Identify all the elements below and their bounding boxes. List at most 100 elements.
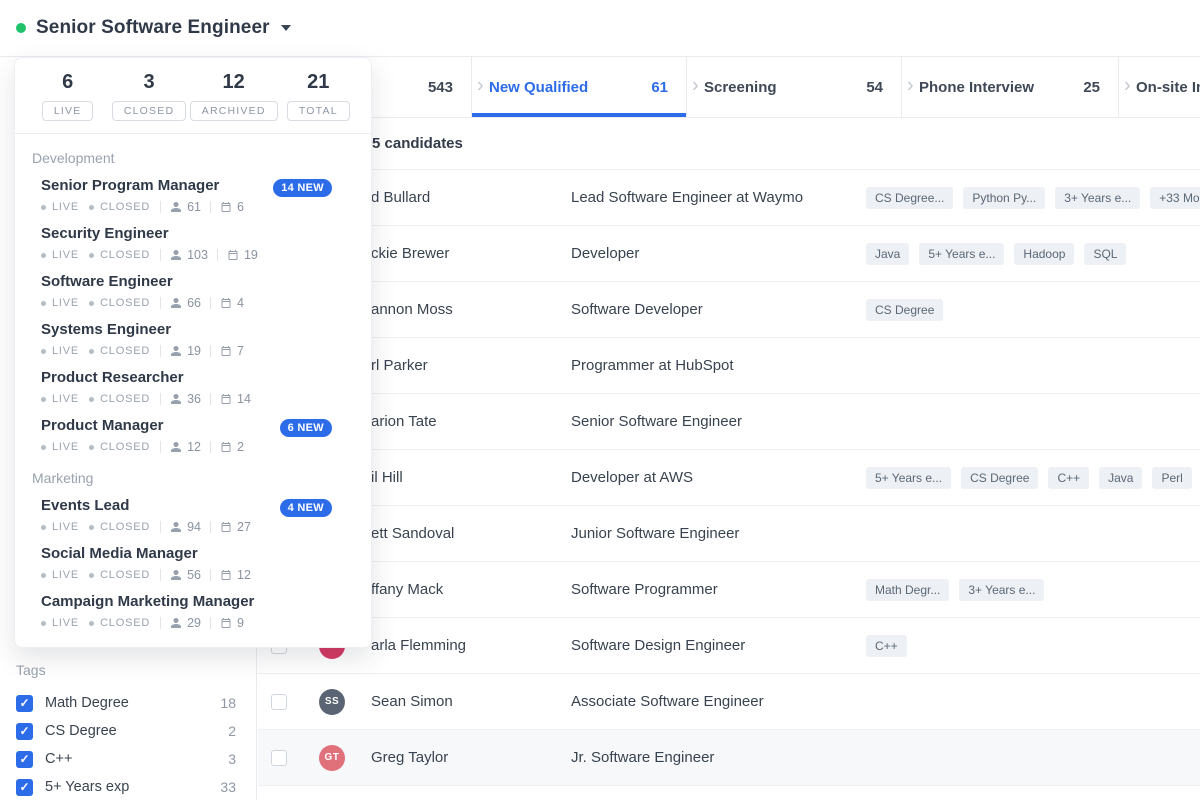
stat-live[interactable]: 6LIVE <box>27 71 108 121</box>
job-item[interactable]: Software EngineerLIVECLOSED664 <box>41 274 371 310</box>
job-title: Social Media Manager <box>41 546 260 562</box>
job-item[interactable]: Product ManagerLIVECLOSED1226 NEW <box>41 418 371 454</box>
person-icon <box>170 345 182 357</box>
job-item[interactable]: Social Media ManagerLIVECLOSED5612 <box>41 546 371 582</box>
job-item[interactable]: Senior Program ManagerLIVECLOSED61614 NE… <box>41 178 371 214</box>
row-checkbox[interactable] <box>271 694 287 710</box>
candidate-row[interactable]: il HillDeveloper at AWS5+ Years e...CS D… <box>258 450 1200 506</box>
candidate-name: arla Flemming <box>371 637 571 654</box>
pipeline-view: 543›New Qualified61›Screening54›Phone In… <box>258 57 1200 800</box>
candidate-title: Developer <box>571 245 866 262</box>
closed-dot-icon <box>89 301 94 306</box>
pipeline-tab-4[interactable]: ›On-site Int <box>1118 57 1200 117</box>
calendar-icon <box>220 297 232 309</box>
candidate-count: 103 <box>187 248 208 262</box>
avatar: GT <box>319 745 345 771</box>
candidate-tag: Java <box>1099 467 1142 489</box>
candidate-tag: Hadoop <box>1014 243 1074 265</box>
live-dot-icon <box>41 349 46 354</box>
job-meta: LIVECLOSED122 <box>41 440 253 454</box>
person-icon <box>170 249 182 261</box>
stat-archived[interactable]: 12ARCHIVED <box>190 71 278 121</box>
closed-dot-icon <box>89 253 94 258</box>
job-selector-dropdown[interactable]: Senior Software Engineer <box>16 17 291 39</box>
job-title: Systems Engineer <box>41 322 253 338</box>
days-count: 6 <box>237 200 244 214</box>
candidate-row[interactable]: GTGreg TaylorJr. Software Engineer <box>258 730 1200 786</box>
candidate-row[interactable]: ffany MackSoftware ProgrammerMath Degr..… <box>258 562 1200 618</box>
calendar-icon <box>220 393 232 405</box>
checkbox-checked-icon[interactable] <box>16 723 33 740</box>
candidate-tag: 5+ Years e... <box>919 243 1004 265</box>
candidate-row[interactable]: rl ParkerProgrammer at HubSpot <box>258 338 1200 394</box>
tag-filter-item[interactable]: C++3 <box>0 745 256 773</box>
candidate-row[interactable]: SSSean SimonAssociate Software Engineer <box>258 674 1200 730</box>
days-count: 7 <box>237 344 244 358</box>
days-count: 14 <box>237 392 251 406</box>
candidate-name: d Bullard <box>371 189 571 206</box>
job-title: Software Engineer <box>41 274 253 290</box>
candidate-name: rl Parker <box>371 357 571 374</box>
candidate-title: Lead Software Engineer at Waymo <box>571 189 866 206</box>
topbar: Senior Software Engineer <box>0 0 1200 57</box>
candidate-name: annon Moss <box>371 301 571 318</box>
candidate-row[interactable]: ett SandovalJunior Software Engineer <box>258 506 1200 562</box>
live-dot-icon <box>41 301 46 306</box>
pipeline-tab-1[interactable]: ›New Qualified61 <box>471 57 686 117</box>
candidate-count: 36 <box>187 392 201 406</box>
calendar-icon <box>220 201 232 213</box>
calendar-icon <box>227 249 239 261</box>
candidate-row[interactable]: ckie BrewerDeveloperJava5+ Years e...Had… <box>258 226 1200 282</box>
job-item[interactable]: Events LeadLIVECLOSED94274 NEW <box>41 498 371 534</box>
pipeline-tab-3[interactable]: ›Phone Interview25 <box>901 57 1118 117</box>
candidate-row[interactable]: annon MossSoftware DeveloperCS Degree <box>258 282 1200 338</box>
candidate-count: 29 <box>187 616 201 630</box>
candidates-list: d BullardLead Software Engineer at Waymo… <box>258 170 1200 786</box>
closed-dot-icon <box>89 397 94 402</box>
live-dot-icon <box>41 397 46 402</box>
live-dot-icon <box>41 205 46 210</box>
row-checkbox[interactable] <box>271 750 287 766</box>
tag-filter-item[interactable]: Math Degree18 <box>0 689 256 717</box>
closed-dot-icon <box>89 349 94 354</box>
checkbox-checked-icon[interactable] <box>16 779 33 796</box>
job-live-status-icon <box>16 23 26 33</box>
candidate-name: il Hill <box>371 469 571 486</box>
selected-job-title: Senior Software Engineer <box>36 17 270 39</box>
person-icon <box>170 201 182 213</box>
chevron-right-icon: › <box>692 74 699 97</box>
job-title: Product Manager <box>41 418 253 434</box>
checkbox-checked-icon[interactable] <box>16 695 33 712</box>
stat-closed[interactable]: 3CLOSED <box>108 71 189 121</box>
candidate-row[interactable]: arion TateSenior Software Engineer <box>258 394 1200 450</box>
job-title: Product Researcher <box>41 370 260 386</box>
job-section-header: Development <box>32 150 371 166</box>
candidate-name: arion Tate <box>371 413 571 430</box>
job-title: Senior Program Manager <box>41 178 253 194</box>
pipeline-tab-2[interactable]: ›Screening54 <box>686 57 901 117</box>
job-meta: LIVECLOSED197 <box>41 344 253 358</box>
calendar-icon <box>220 345 232 357</box>
checkbox-checked-icon[interactable] <box>16 751 33 768</box>
candidate-row[interactable]: d BullardLead Software Engineer at Waymo… <box>258 170 1200 226</box>
tag-filter-item[interactable]: 5+ Years exp33 <box>0 773 256 800</box>
candidate-name: ffany Mack <box>371 581 571 598</box>
closed-dot-icon <box>89 621 94 626</box>
days-count: 9 <box>237 616 244 630</box>
job-item[interactable]: Campaign Marketing ManagerLIVECLOSED299 <box>41 594 371 630</box>
pipeline-stage-tabs: 543›New Qualified61›Screening54›Phone In… <box>258 57 1200 118</box>
closed-dot-icon <box>89 525 94 530</box>
candidate-tag: C++ <box>866 635 907 657</box>
tags-section-title: Tags <box>16 661 256 679</box>
job-item[interactable]: Systems Engineer LIVECLOSED197 <box>41 322 371 358</box>
candidate-row[interactable]: arla FlemmingSoftware Design EngineerC++ <box>258 618 1200 674</box>
job-item[interactable]: Security EngineerLIVECLOSED10319 <box>41 226 371 262</box>
job-item[interactable]: Product ResearcherLIVECLOSED3614 <box>41 370 371 406</box>
job-title: Security Engineer <box>41 226 267 242</box>
jobs-dropdown-panel: 6LIVE3CLOSED12ARCHIVED21TOTAL Developmen… <box>14 57 372 648</box>
candidate-count: 94 <box>187 520 201 534</box>
tag-filter-item[interactable]: CS Degree2 <box>0 717 256 745</box>
closed-dot-icon <box>89 573 94 578</box>
stat-total[interactable]: 21TOTAL <box>278 71 359 121</box>
candidate-tag: CS Degree... <box>866 187 953 209</box>
